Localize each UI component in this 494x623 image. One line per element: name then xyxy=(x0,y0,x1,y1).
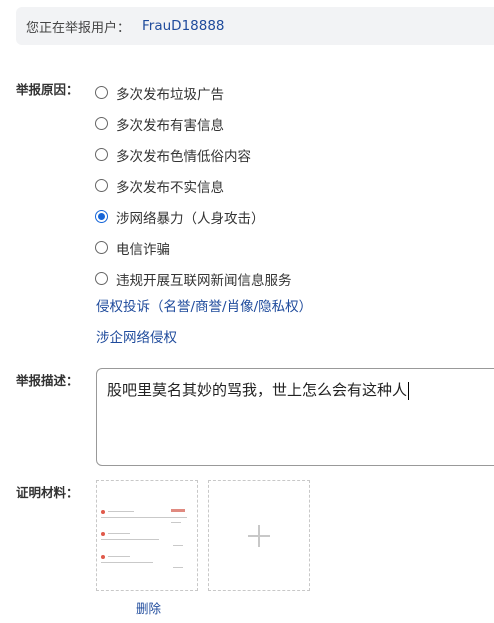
banner-prefix: 您正在举报用户： xyxy=(26,20,131,36)
thumbnail-line xyxy=(101,539,159,540)
radio-button[interactable] xyxy=(95,179,108,192)
plus-icon xyxy=(248,525,270,547)
enterprise-infringement-link[interactable]: 涉企网络侵权 xyxy=(96,326,177,346)
thumbnail-line xyxy=(101,562,153,563)
reason-option-vulgar-content[interactable]: 多次发布色情低俗内容 xyxy=(95,139,292,170)
reason-option-label: 多次发布不实信息 xyxy=(116,179,224,196)
reason-option-cyberbullying[interactable]: 涉网络暴力（人身攻击） xyxy=(95,201,292,232)
reporting-user-banner: 您正在举报用户： FrauD18888 xyxy=(16,7,494,45)
thumbnail-line xyxy=(101,517,187,518)
description-label: 举报描述： xyxy=(16,373,79,388)
reason-option-label: 电信诈骗 xyxy=(116,241,170,258)
reason-option-label: 多次发布垃圾广告 xyxy=(116,86,224,103)
thumbnail-avatar-dot xyxy=(101,510,105,514)
delete-evidence-link[interactable]: 删除 xyxy=(136,598,161,617)
radio-button[interactable] xyxy=(95,117,108,130)
evidence-label: 证明材料： xyxy=(16,485,79,500)
text-caret xyxy=(408,381,410,400)
thumbnail-preview xyxy=(101,509,193,572)
thumbnail-line xyxy=(171,509,185,512)
reason-option-harmful-info[interactable]: 多次发布有害信息 xyxy=(95,108,292,139)
reason-option-label: 涉网络暴力（人身攻击） xyxy=(116,210,265,227)
reason-option-label: 多次发布有害信息 xyxy=(116,117,224,134)
radio-button[interactable] xyxy=(95,148,108,161)
thumbnail-line xyxy=(171,522,181,523)
radio-button-selected[interactable] xyxy=(95,210,108,223)
reason-option-label: 多次发布色情低俗内容 xyxy=(116,148,251,165)
thumbnail-line xyxy=(173,567,183,568)
evidence-thumbnail[interactable] xyxy=(96,480,198,591)
reason-option-telecom-fraud[interactable]: 电信诈骗 xyxy=(95,232,292,263)
add-evidence-button[interactable] xyxy=(208,480,310,591)
thumbnail-avatar-dot xyxy=(101,555,105,559)
radio-button[interactable] xyxy=(95,241,108,254)
thumbnail-line xyxy=(108,511,134,512)
reason-options: 多次发布垃圾广告 多次发布有害信息 多次发布色情低俗内容 多次发布不实信息 涉网… xyxy=(95,77,292,294)
reported-username: FrauD18888 xyxy=(142,18,225,34)
reason-option-spam-ads[interactable]: 多次发布垃圾广告 xyxy=(95,77,292,108)
infringement-complaint-link[interactable]: 侵权投诉（名誉/商誉/肖像/隐私权） xyxy=(96,295,312,315)
thumbnail-line xyxy=(108,556,130,557)
description-text: 股吧里莫名其妙的骂我，世上怎么会有这种人 xyxy=(107,381,408,399)
reason-option-illegal-news-service[interactable]: 违规开展互联网新闻信息服务 xyxy=(95,263,292,294)
reason-option-label: 违规开展互联网新闻信息服务 xyxy=(116,272,292,289)
thumbnail-line xyxy=(173,545,183,546)
description-textarea[interactable]: 股吧里莫名其妙的骂我，世上怎么会有这种人 xyxy=(96,368,494,466)
reason-option-false-info[interactable]: 多次发布不实信息 xyxy=(95,170,292,201)
radio-button[interactable] xyxy=(95,86,108,99)
thumbnail-avatar-dot xyxy=(101,532,105,536)
thumbnail-line xyxy=(108,533,130,534)
reason-label: 举报原因： xyxy=(16,82,79,97)
radio-button[interactable] xyxy=(95,272,108,285)
